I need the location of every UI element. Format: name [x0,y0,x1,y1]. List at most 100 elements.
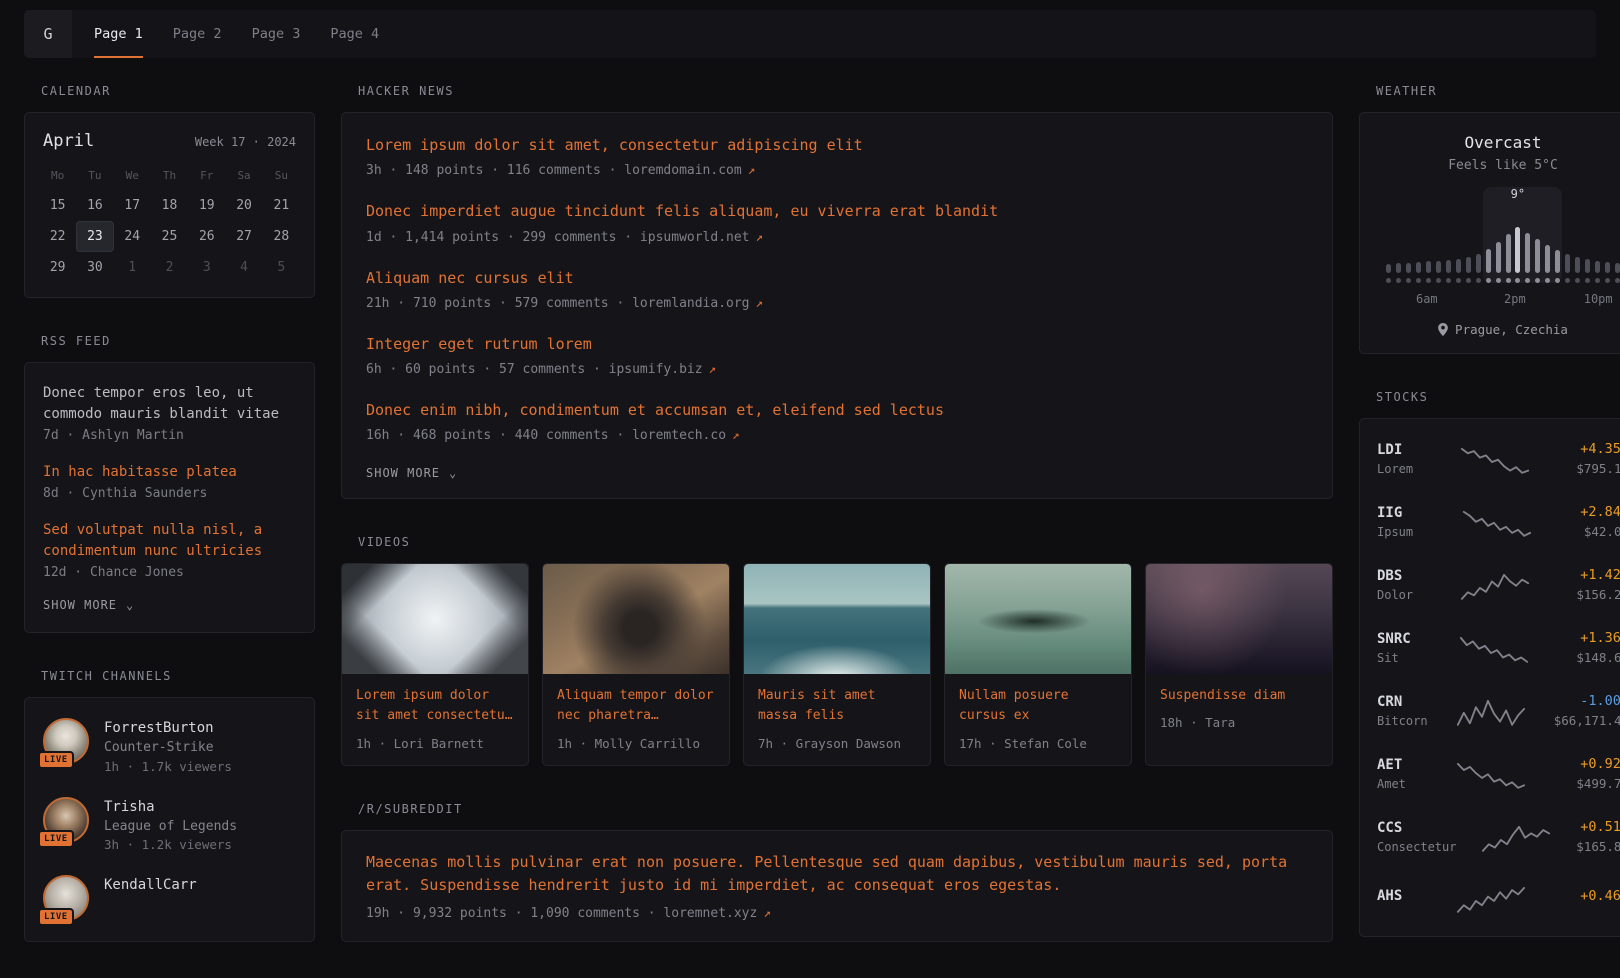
video-card[interactable]: Lorem ipsum dolor sit amet consectetu… 1… [341,563,529,765]
weather-hour-bar [1585,259,1590,273]
video-title[interactable]: Lorem ipsum dolor sit amet consectetu… [356,686,514,726]
weather-hour-dot [1605,278,1610,283]
video-author: 1h · Molly Carrillo [557,736,715,751]
channel-viewers: 3h · 1.2k viewers [104,836,237,855]
calendar-day: 24 [114,221,151,252]
tab-page-3[interactable]: Page 3 [252,10,301,58]
video-thumbnail[interactable] [342,564,528,674]
hn-story-title[interactable]: Donec imperdiet augue tincidunt felis al… [366,201,1308,221]
center-column: HACKER NEWS Lorem ipsum dolor sit amet, … [341,84,1333,978]
hn-story-title[interactable]: Lorem ipsum dolor sit amet, consectetur … [366,135,1308,155]
stock-row[interactable]: DBS Dolor +1.42% $156.28 [1377,553,1620,616]
twitch-channel-row[interactable]: LIVE Trisha League of Legends 3h · 1.2k … [43,797,296,856]
weather-hour-bar [1525,233,1530,273]
video-title[interactable]: Mauris sit amet massa felis [758,686,916,726]
weather-hour-dot [1446,278,1451,283]
location-pin-icon [1438,323,1448,336]
right-column: WEATHER Overcast Feels like 5°C 9° 6am 2… [1359,84,1620,973]
channel-game: League of Legends [104,817,237,837]
weather-hour-dot [1595,278,1600,283]
stock-price: $42.04 [1580,524,1620,539]
tab-page-4[interactable]: Page 4 [330,10,379,58]
twitch-channel-row[interactable]: LIVE KendallCarr [43,875,296,921]
weather-hourly-chart: 9° [1384,187,1620,283]
external-link-icon[interactable]: ↗ [763,905,771,920]
weather-hour-bar [1565,254,1570,273]
channel-name[interactable]: KendallCarr [104,875,197,895]
twitch-channel-row[interactable]: LIVE ForrestBurton Counter-Strike 1h · 1… [43,718,296,777]
channel-game: Counter-Strike [104,738,232,758]
calendar-grid: 1516171819202122232425262728293012345 [39,190,300,283]
weather-location: Prague, Czechia [1376,322,1620,337]
video-card[interactable]: Suspendisse diam 18h · Tara [1145,563,1333,765]
hn-story: Aliquam nec cursus elit 21h · 710 points… [366,268,1308,311]
video-thumbnail[interactable] [744,564,930,674]
tab-page-2[interactable]: Page 2 [173,10,222,58]
channel-name[interactable]: ForrestBurton [104,718,232,738]
app-logo[interactable]: G [24,10,72,58]
video-thumbnail[interactable] [1146,564,1332,674]
weather-feels-like: Feels like 5°C [1376,158,1620,173]
external-link-icon[interactable]: ↗ [732,427,740,442]
weather-hour-bar [1466,257,1471,273]
video-title[interactable]: Aliquam tempor dolor nec pharetra… [557,686,715,726]
section-title-videos: VIDEOS [358,535,1333,549]
weather-hour-bar [1605,262,1610,273]
stock-row[interactable]: CCS Consectetur +0.51% $165.84 [1377,805,1620,868]
weather-hour-dot [1506,278,1511,283]
external-link-icon[interactable]: ↗ [709,361,717,376]
video-thumbnail[interactable] [945,564,1131,674]
external-link-icon[interactable]: ↗ [756,229,764,244]
video-card[interactable]: Aliquam tempor dolor nec pharetra… 1h · … [542,563,730,765]
day-of-week-label: We [114,169,151,182]
hn-story-title[interactable]: Donec enim nibh, condimentum et accumsan… [366,400,1308,420]
calendar-day: 21 [263,190,300,221]
stock-change: +1.42% [1576,567,1620,583]
stock-price: $499.72 [1576,776,1620,791]
stock-row[interactable]: AET Amet +0.92% $499.72 [1377,742,1620,805]
weather-hour-bar [1416,262,1421,273]
weather-hour-bar [1406,263,1411,273]
weather-hour-bar [1486,249,1491,273]
stock-row[interactable]: SNRC Sit +1.36% $148.64 [1377,616,1620,679]
external-link-icon[interactable]: ↗ [756,295,764,310]
reddit-post-title[interactable]: Maecenas mollis pulvinar erat non posuer… [366,851,1308,898]
hn-show-more-button[interactable]: SHOW MORE ⌄ [366,466,457,480]
video-card[interactable]: Mauris sit amet massa felis 7h · Grayson… [743,563,931,765]
day-of-week-label: Tu [76,169,113,182]
video-thumbnail[interactable] [543,564,729,674]
video-card[interactable]: Nullam posuere cursus ex 17h · Stefan Co… [944,563,1132,765]
stock-row[interactable]: IIG Ipsum +2.84% $42.04 [1377,490,1620,553]
hn-story-title[interactable]: Integer eget rutrum lorem [366,334,1308,354]
stock-ticker: AHS [1377,888,1402,904]
weather-hour-bar [1396,263,1401,273]
section-title-rss: RSS FEED [41,334,315,348]
stock-sparkline [1462,506,1532,538]
hacker-news-widget: HACKER NEWS Lorem ipsum dolor sit amet, … [341,84,1333,499]
rss-show-more-button[interactable]: SHOW MORE ⌄ [43,598,134,612]
video-title[interactable]: Nullam posuere cursus ex [959,686,1117,726]
weather-widget: WEATHER Overcast Feels like 5°C 9° 6am 2… [1359,84,1620,354]
hn-story-title[interactable]: Aliquam nec cursus elit [366,268,1308,288]
rss-item-title[interactable]: Sed volutpat nulla nisl, a condimentum n… [43,520,296,562]
rss-item-title[interactable]: In hac habitasse platea [43,462,296,483]
rss-item-title[interactable]: Donec tempor eros leo, ut commodo mauris… [43,383,296,425]
stock-row[interactable]: AHS +0.46% [1377,868,1620,928]
calendar-day: 1 [114,252,151,283]
stock-name: Sit [1377,651,1411,665]
video-title[interactable]: Suspendisse diam [1160,686,1318,706]
day-of-week-label: Th [151,169,188,182]
calendar-day: 3 [188,252,225,283]
video-author: 7h · Grayson Dawson [758,736,916,751]
weather-hour-bar [1595,261,1600,273]
channel-name[interactable]: Trisha [104,797,237,817]
location-text: Prague, Czechia [1455,322,1568,337]
time-label: 6am [1416,292,1438,306]
reddit-post-stats: 19h · 9,932 points · 1,090 comments · lo… [366,906,757,921]
stock-row[interactable]: LDI Lorem +4.35% $795.18 [1377,427,1620,490]
tab-page-1[interactable]: Page 1 [94,10,143,58]
stock-change: +2.84% [1580,504,1620,520]
external-link-icon[interactable]: ↗ [748,162,756,177]
section-title-hacker-news: HACKER NEWS [358,84,1333,98]
stock-row[interactable]: CRN Bitcorn -1.00% $66,171.48 [1377,679,1620,742]
